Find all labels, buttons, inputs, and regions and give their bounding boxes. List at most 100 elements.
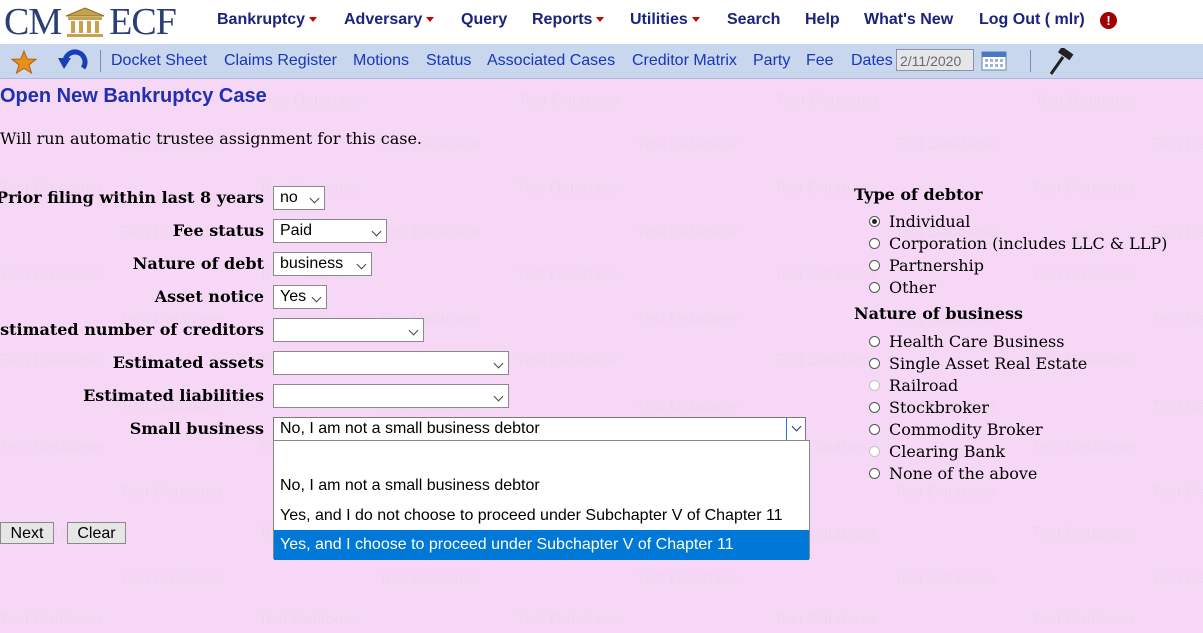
watermark-text: Test Database <box>1032 611 1135 628</box>
toolbar-link-claims-register[interactable]: Claims Register <box>224 52 337 70</box>
menu-adversary[interactable]: Adversary <box>344 11 435 29</box>
debtor-radio-partnership[interactable]: Partnership <box>869 254 984 276</box>
radio-icon[interactable] <box>869 401 880 413</box>
star-icon[interactable] <box>11 50 37 74</box>
business-radio-clearing-bank[interactable]: Clearing Bank <box>869 440 1005 462</box>
debtor-radio-corporation-includes-llc-llp[interactable]: Corporation (includes LLC & LLP) <box>869 232 1167 254</box>
radio-label: None of the above <box>889 463 1038 483</box>
dropdown-option-highlighted[interactable]: Yes, and I choose to proceed under Subch… <box>274 530 809 560</box>
radio-icon[interactable] <box>869 445 880 457</box>
business-radio-single-asset-real-estate[interactable]: Single Asset Real Estate <box>869 352 1087 374</box>
watermark-text: Test Database <box>0 266 103 283</box>
est-assets-label: Estimated assets <box>112 353 264 372</box>
caret-down-icon <box>596 17 605 23</box>
watermark-text: Test Database <box>0 611 103 628</box>
fee-status-value: Paid <box>280 222 313 239</box>
radio-icon[interactable] <box>869 215 880 227</box>
est-assets-select[interactable] <box>273 351 509 375</box>
watermark-text: Test Database <box>518 92 621 109</box>
watermark-text: Test Database <box>1152 570 1203 587</box>
watermark-text: Test Database <box>636 136 739 153</box>
menu-log-out-mlr[interactable]: Log Out ( mlr) <box>979 11 1085 29</box>
debtor-radio-other[interactable]: Other <box>869 276 936 298</box>
business-radio-health-care-business[interactable]: Health Care Business <box>869 330 1064 352</box>
menu-bankruptcy[interactable]: Bankruptcy <box>217 11 318 29</box>
nature-of-debt-label: Nature of debt <box>132 254 264 273</box>
chevron-down-icon <box>371 226 382 237</box>
menu-search[interactable]: Search <box>727 11 780 29</box>
menu-label: Adversary <box>344 11 423 28</box>
watermark-text: Test Database <box>1152 136 1203 153</box>
logo-text-right: ECF <box>109 1 177 43</box>
radio-icon[interactable] <box>869 259 880 271</box>
menu-utilities[interactable]: Utilities <box>630 11 700 29</box>
hammer-icon[interactable] <box>1047 48 1077 76</box>
next-button[interactable]: Next <box>0 522 54 544</box>
watermark-text: Test Database <box>1152 311 1203 328</box>
radio-icon[interactable] <box>869 357 880 369</box>
watermark-text: Test Database <box>894 136 997 153</box>
menu-query[interactable]: Query <box>461 11 507 29</box>
calendar-icon[interactable] <box>981 51 1007 71</box>
business-radio-stockbroker[interactable]: Stockbroker <box>869 396 989 418</box>
dropdown-toggle[interactable] <box>786 418 805 440</box>
radio-icon[interactable] <box>869 335 880 347</box>
toolbar-link-docket-sheet[interactable]: Docket Sheet <box>111 52 207 70</box>
watermark-text: Test Database <box>636 570 739 587</box>
caret-down-icon <box>426 17 435 23</box>
watermark-text: Test Database <box>378 570 481 587</box>
asset-notice-value: Yes <box>280 288 307 305</box>
business-radio-none-of-the-above[interactable]: None of the above <box>869 462 1037 484</box>
toolbar-link-associated-cases[interactable]: Associated Cases <box>487 52 615 70</box>
prior-filing-select[interactable]: no <box>273 186 325 210</box>
est-creditors-select[interactable] <box>273 318 424 342</box>
est-liabilities-select[interactable] <box>273 384 509 408</box>
caret-down-icon <box>691 17 700 23</box>
watermark-text: Test Database <box>636 224 739 241</box>
back-arrow-icon[interactable] <box>57 49 91 75</box>
nature-of-debt-select[interactable]: business <box>273 252 372 276</box>
dropdown-option[interactable]: Yes, and I do not choose to proceed unde… <box>274 501 809 531</box>
fee-status-select[interactable]: Paid <box>273 219 387 243</box>
top-menu-bar: CM ECF Bankruptcy Adversary Query Reports Ut… <box>0 0 1203 44</box>
est-liabilities-label: Estimated liabilities <box>83 386 264 405</box>
watermark-text: Test Database <box>1152 398 1203 415</box>
watermark-text: Test Database <box>120 570 223 587</box>
dropdown-option[interactable]: No, I am not a small business debtor <box>274 471 809 501</box>
watermark-text: Test Database <box>0 352 103 369</box>
courthouse-icon <box>65 7 105 37</box>
menu-reports[interactable]: Reports <box>532 11 605 29</box>
business-radio-railroad[interactable]: Railroad <box>869 374 958 396</box>
logo-text-left: CM <box>4 1 62 43</box>
nature-of-business-heading: Nature of business <box>854 304 1024 323</box>
menu-what-s-new[interactable]: What's New <box>864 11 953 29</box>
dates-input[interactable]: 2/11/2020 <box>896 49 974 71</box>
toolbar-link-party[interactable]: Party <box>753 52 790 70</box>
radio-icon[interactable] <box>869 379 880 391</box>
business-radio-commodity-broker[interactable]: Commodity Broker <box>869 418 1043 440</box>
asset-notice-select[interactable]: Yes <box>273 285 327 309</box>
menu-help[interactable]: Help <box>805 11 840 29</box>
watermark-text: Test Database <box>1032 180 1135 197</box>
fee-status-label: Fee status <box>172 221 264 240</box>
toolbar-link-fee[interactable]: Fee <box>806 52 834 70</box>
radio-icon[interactable] <box>869 281 880 293</box>
toolbar-link-status[interactable]: Status <box>426 52 471 70</box>
alert-icon[interactable]: ! <box>1100 12 1117 29</box>
radio-icon[interactable] <box>869 467 880 479</box>
toolbar-link-creditor-matrix[interactable]: Creditor Matrix <box>632 52 737 70</box>
small-business-options: No, I am not a small business debtor Yes… <box>273 440 810 560</box>
toolbar-link-motions[interactable]: Motions <box>353 52 409 70</box>
radio-icon[interactable] <box>869 423 880 435</box>
small-business-value: No, I am not a small business debtor <box>280 420 540 437</box>
clear-button[interactable]: Clear <box>67 522 126 544</box>
watermark-text: Test Database <box>1034 92 1137 109</box>
radio-icon[interactable] <box>869 237 880 249</box>
chevron-down-icon <box>311 292 322 303</box>
watermark-text: Test Database <box>378 224 481 241</box>
toolbar-link-dates[interactable]: Dates <box>851 52 893 70</box>
dropdown-option[interactable] <box>274 441 809 471</box>
small-business-select[interactable]: No, I am not a small business debtor <box>273 417 806 441</box>
watermark-text: Test Database <box>894 570 997 587</box>
debtor-radio-individual[interactable]: Individual <box>869 210 970 232</box>
